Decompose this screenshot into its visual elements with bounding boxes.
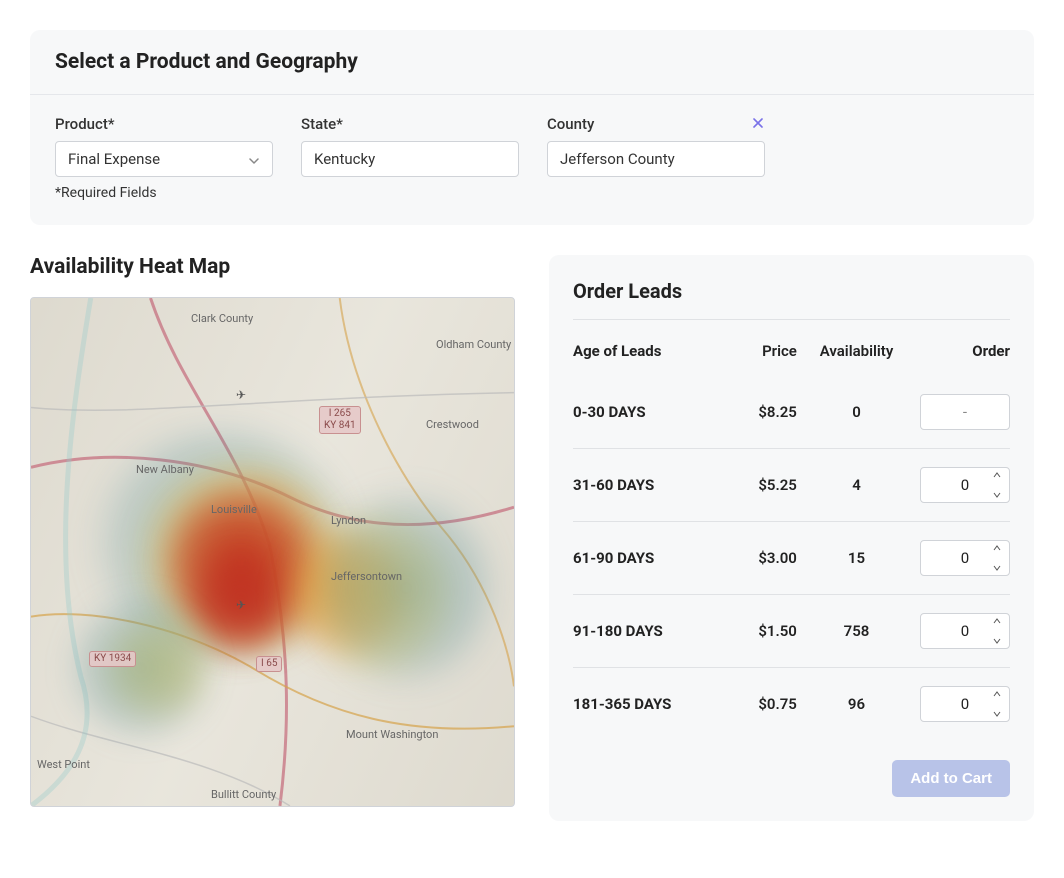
map-label-bullitt-county: Bullitt County bbox=[211, 788, 276, 801]
leads-row: 61-90 DAYS $3.00 15 0 bbox=[573, 521, 1010, 594]
airport-icon: ✈ bbox=[236, 598, 246, 612]
state-field: State* Kentucky bbox=[301, 115, 519, 177]
map-label-oldham-county: Oldham County bbox=[436, 338, 511, 351]
county-input[interactable]: Jefferson County bbox=[547, 141, 765, 177]
cell-availability: 96 bbox=[805, 695, 908, 713]
order-leads-title: Order Leads bbox=[573, 279, 1010, 320]
map-badge-i265: I 265 KY 841 bbox=[319, 406, 361, 434]
cell-availability: 758 bbox=[805, 622, 908, 640]
map-label-west-point: West Point bbox=[37, 758, 90, 771]
add-to-cart-row: Add to Cart bbox=[573, 760, 1010, 797]
order-quantity-disabled: - bbox=[920, 394, 1010, 430]
county-field: County Jefferson County bbox=[547, 115, 765, 177]
county-label: County bbox=[547, 115, 594, 133]
cell-price: $1.50 bbox=[712, 622, 796, 640]
product-field-wrap: Product* Final Expense *Required Fields bbox=[55, 115, 273, 201]
order-leads-card: Order Leads Age of Leads Price Availabil… bbox=[549, 255, 1034, 821]
product-select-value: Final Expense bbox=[68, 150, 248, 168]
cell-price: $5.25 bbox=[712, 476, 796, 494]
cell-age: 181-365 DAYS bbox=[573, 695, 704, 713]
cell-age: 61-90 DAYS bbox=[573, 549, 704, 567]
map-label-new-albany: New Albany bbox=[136, 463, 194, 476]
filter-title: Select a Product and Geography bbox=[55, 50, 1009, 74]
cell-age: 31-60 DAYS bbox=[573, 476, 704, 494]
map-badge-i65: I 65 bbox=[256, 656, 282, 672]
cell-price: $3.00 bbox=[712, 549, 796, 567]
add-to-cart-button[interactable]: Add to Cart bbox=[892, 760, 1010, 797]
product-label: Product* bbox=[55, 115, 273, 133]
state-label: State* bbox=[301, 115, 519, 133]
cell-availability: 4 bbox=[805, 476, 908, 494]
county-input-value: Jefferson County bbox=[560, 150, 752, 168]
state-input-value: Kentucky bbox=[314, 150, 506, 168]
county-label-row: County bbox=[547, 115, 765, 133]
leads-header-row: Age of Leads Price Availability Order bbox=[573, 334, 1010, 376]
map-label-crestwood: Crestwood bbox=[426, 418, 479, 431]
cell-availability: 0 bbox=[805, 403, 908, 421]
cell-price: $8.25 bbox=[712, 403, 796, 421]
leads-row: 181-365 DAYS $0.75 96 0 bbox=[573, 667, 1010, 740]
map-label-jeffersontown: Jeffersontown bbox=[331, 570, 402, 583]
order-quantity-stepper[interactable]: 0 bbox=[920, 540, 1010, 576]
col-header-order: Order bbox=[916, 342, 1010, 360]
chevron-down-icon bbox=[248, 153, 260, 165]
leads-body: 0-30 DAYS$8.250-31-60 DAYS$5.254061-90 D… bbox=[573, 376, 1010, 740]
product-select[interactable]: Final Expense bbox=[55, 141, 273, 177]
cell-order: 0 bbox=[916, 686, 1010, 722]
heatmap-title: Availability Heat Map bbox=[30, 255, 519, 279]
order-quantity-stepper[interactable]: 0 bbox=[920, 613, 1010, 649]
leads-row: 0-30 DAYS $8.25 0- bbox=[573, 376, 1010, 448]
quantity-stepper-arrows[interactable] bbox=[993, 545, 1003, 571]
col-header-availability: Availability bbox=[805, 342, 908, 360]
state-input[interactable]: Kentucky bbox=[301, 141, 519, 177]
quantity-stepper-arrows[interactable] bbox=[993, 472, 1003, 498]
availability-heatmap[interactable]: Clark County Oldham County Crestwood New… bbox=[30, 297, 515, 807]
cell-order: - bbox=[916, 394, 1010, 430]
map-label-clark-county: Clark County bbox=[191, 312, 253, 325]
leads-row: 31-60 DAYS $5.25 40 bbox=[573, 448, 1010, 521]
map-label-louisville: Louisville bbox=[211, 503, 257, 516]
map-label-mount-washington: Mount Washington bbox=[346, 728, 438, 741]
quantity-stepper-arrows[interactable] bbox=[993, 691, 1003, 717]
heat-blob bbox=[71, 598, 211, 738]
airport-icon: ✈ bbox=[236, 388, 246, 402]
cell-availability: 15 bbox=[805, 549, 908, 567]
col-header-age: Age of Leads bbox=[573, 342, 704, 360]
cell-age: 91-180 DAYS bbox=[573, 622, 704, 640]
cell-order: 0 bbox=[916, 613, 1010, 649]
cell-order: 0 bbox=[916, 467, 1010, 503]
filter-header: Select a Product and Geography bbox=[30, 30, 1034, 95]
cell-price: $0.75 bbox=[712, 695, 796, 713]
order-quantity-stepper[interactable]: 0 bbox=[920, 467, 1010, 503]
required-fields-note: *Required Fields bbox=[55, 185, 273, 201]
product-field: Product* Final Expense bbox=[55, 115, 273, 177]
col-header-price: Price bbox=[712, 342, 796, 360]
filter-card: Select a Product and Geography Product* … bbox=[30, 30, 1034, 225]
order-quantity-stepper[interactable]: 0 bbox=[920, 686, 1010, 722]
filter-body: Product* Final Expense *Required Fields … bbox=[30, 95, 1034, 225]
leads-row: 91-180 DAYS $1.50 758 0 bbox=[573, 594, 1010, 667]
cell-age: 0-30 DAYS bbox=[573, 403, 704, 421]
cell-order: 0 bbox=[916, 540, 1010, 576]
order-quantity-value: - bbox=[921, 403, 1009, 421]
clear-county-icon[interactable] bbox=[751, 116, 765, 133]
quantity-stepper-arrows[interactable] bbox=[993, 618, 1003, 644]
main-row: Availability Heat Map bbox=[30, 255, 1034, 821]
map-label-lyndon: Lyndon bbox=[331, 514, 366, 527]
map-badge-ky1934: KY 1934 bbox=[89, 651, 136, 667]
heatmap-column: Availability Heat Map bbox=[30, 255, 519, 807]
